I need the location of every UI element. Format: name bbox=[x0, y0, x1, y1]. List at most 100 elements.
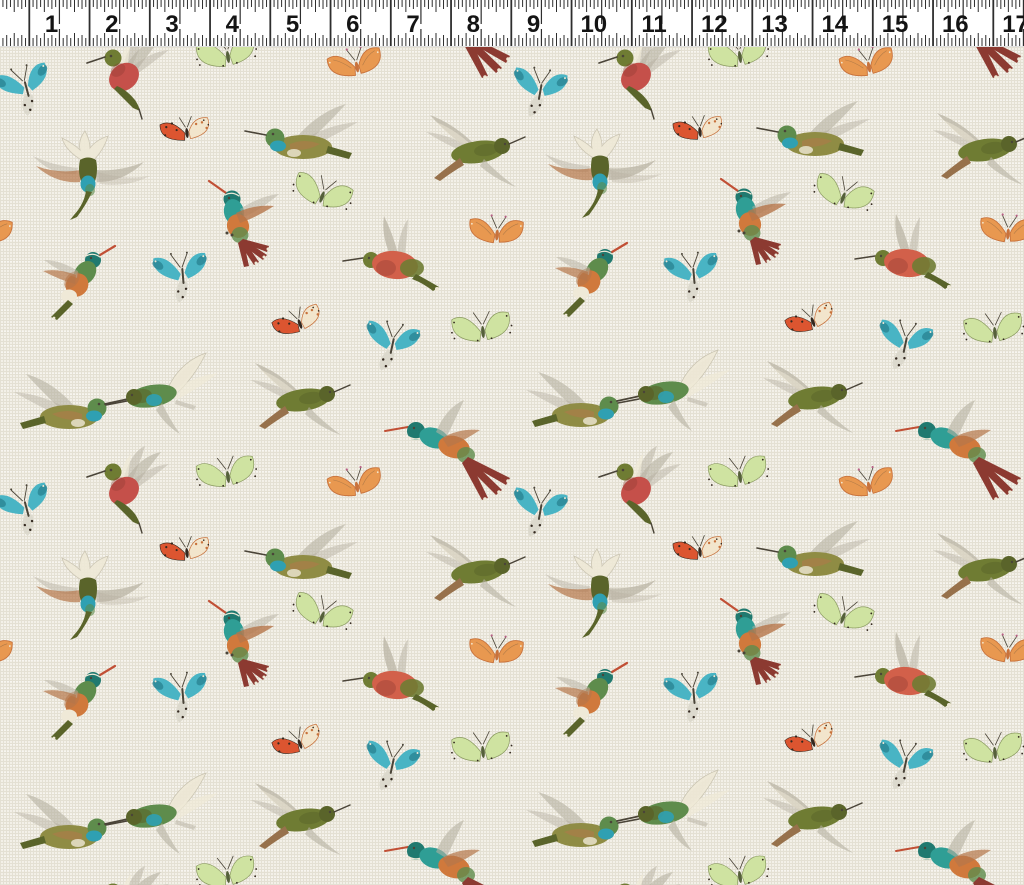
ruler-number: 15 bbox=[882, 11, 909, 38]
motif-bf-orange bbox=[836, 462, 898, 501]
motif-bird-d2 bbox=[384, 819, 511, 885]
motif-bf-green bbox=[809, 167, 879, 218]
motif-bf-blue bbox=[148, 668, 214, 726]
motif-bf-blue bbox=[355, 735, 425, 799]
motif-bf-orange bbox=[467, 631, 527, 666]
ruler: 1 2 3 4 5 6 7 8 9 10 11 12 13 14 15 16 17 bbox=[0, 0, 1024, 47]
motif-bird-a bbox=[598, 445, 682, 534]
motif-bird-b bbox=[13, 373, 128, 430]
ruler-number: 10 bbox=[580, 11, 607, 38]
ruler-number: 11 bbox=[641, 11, 666, 38]
motif-bird-e bbox=[762, 780, 863, 854]
motif-bird-c bbox=[32, 550, 151, 641]
motif-bf-orange bbox=[0, 211, 16, 246]
motif-bird-e bbox=[932, 112, 1024, 186]
motif-bird-h bbox=[342, 635, 440, 712]
motif-bf-red bbox=[671, 113, 724, 143]
motif-bird-e bbox=[250, 362, 351, 436]
motif-bird-b bbox=[756, 520, 871, 577]
motif-bird-e bbox=[762, 360, 863, 434]
motif-bf-blue bbox=[868, 734, 938, 798]
motif-bf-green bbox=[193, 452, 260, 491]
motif-bf-blue bbox=[659, 668, 725, 726]
motif-bf-blue bbox=[0, 477, 61, 544]
motif-bf-green bbox=[288, 166, 358, 217]
ruler-number: 5 bbox=[286, 11, 299, 38]
ruler-number: 16 bbox=[942, 11, 969, 38]
motif-layer bbox=[0, 0, 1024, 885]
motif-bird-f bbox=[553, 241, 629, 319]
ruler-number: 9 bbox=[527, 11, 540, 38]
fabric-swatch: 1 2 3 4 5 6 7 8 9 10 11 12 13 14 15 16 17 bbox=[0, 0, 1024, 885]
motif-bird-h bbox=[854, 631, 952, 708]
motif-bf-orange bbox=[324, 42, 386, 81]
motif-bf-green bbox=[288, 586, 358, 637]
motif-bird-d2 bbox=[895, 399, 1022, 502]
motif-bird-h bbox=[342, 215, 440, 292]
motif-bird-g bbox=[104, 772, 219, 855]
motif-bird-a bbox=[598, 865, 682, 885]
motif-bf-blue bbox=[355, 315, 425, 379]
motif-bf-green bbox=[960, 729, 1024, 766]
motif-bird-c bbox=[544, 128, 663, 219]
ruler-number: 8 bbox=[467, 11, 480, 38]
ruler-number: 1 bbox=[45, 11, 58, 38]
motif-bf-green bbox=[705, 452, 772, 491]
motif-bird-d2 bbox=[895, 819, 1022, 885]
motif-bf-orange bbox=[978, 210, 1024, 245]
motif-bf-orange bbox=[978, 630, 1024, 665]
motif-bf-green bbox=[448, 728, 515, 765]
motif-bf-orange bbox=[324, 462, 386, 501]
motif-bird-d2 bbox=[384, 399, 511, 502]
motif-bf-blue bbox=[503, 481, 573, 544]
ruler-number: 4 bbox=[226, 11, 240, 38]
motif-bf-red bbox=[269, 300, 325, 341]
ruler-number: 6 bbox=[346, 11, 359, 38]
motif-bird-f bbox=[41, 244, 117, 322]
motif-bird-c bbox=[32, 130, 151, 221]
motif-bird-f bbox=[41, 664, 117, 742]
motif-bf-green bbox=[193, 852, 260, 885]
motif-bf-green bbox=[705, 852, 772, 885]
motif-bird-d bbox=[207, 179, 281, 269]
motif-bf-red bbox=[671, 533, 724, 563]
motif-bf-blue bbox=[148, 248, 214, 306]
motif-bird-c bbox=[544, 548, 663, 639]
ruler-ticks: 1 2 3 4 5 6 7 8 9 10 11 12 13 14 15 16 17 bbox=[2, 0, 1024, 46]
motif-bird-h bbox=[854, 213, 952, 290]
hummingbird-butterfly-pattern bbox=[0, 0, 1024, 885]
motif-bf-red bbox=[782, 718, 838, 759]
motif-bf-green bbox=[809, 587, 879, 638]
motif-bf-red bbox=[782, 298, 838, 339]
ruler-number: 2 bbox=[105, 11, 118, 38]
motif-bird-b bbox=[244, 523, 359, 580]
motif-bf-green bbox=[960, 309, 1024, 346]
motif-bf-red bbox=[158, 114, 211, 144]
motif-bird-b bbox=[13, 793, 128, 850]
motif-bf-blue bbox=[0, 57, 61, 124]
ruler-number: 17 bbox=[1002, 11, 1024, 38]
motif-bf-orange bbox=[467, 211, 527, 246]
ruler-number: 3 bbox=[165, 11, 178, 38]
motif-bird-e bbox=[250, 782, 351, 856]
motif-bird-d bbox=[719, 597, 793, 687]
motif-bf-blue bbox=[659, 248, 725, 306]
motif-bird-e bbox=[425, 114, 526, 188]
motif-bf-orange bbox=[0, 631, 16, 666]
motif-bird-f bbox=[553, 661, 629, 739]
motif-bf-green bbox=[448, 308, 515, 345]
ruler-number: 7 bbox=[406, 11, 419, 38]
motif-bf-blue bbox=[868, 314, 938, 378]
ruler-number: 14 bbox=[821, 11, 848, 38]
motif-bf-blue bbox=[503, 61, 573, 124]
motif-bird-g bbox=[616, 769, 731, 852]
motif-bird-g bbox=[104, 352, 219, 435]
motif-bird-b bbox=[756, 100, 871, 157]
motif-bird-a bbox=[86, 445, 170, 534]
motif-bird-b bbox=[244, 103, 359, 160]
motif-bird-a bbox=[86, 865, 170, 885]
motif-bird-d bbox=[719, 177, 793, 267]
motif-bird-d bbox=[207, 599, 281, 689]
ruler-number: 12 bbox=[701, 11, 728, 38]
ruler-number: 13 bbox=[761, 11, 788, 38]
